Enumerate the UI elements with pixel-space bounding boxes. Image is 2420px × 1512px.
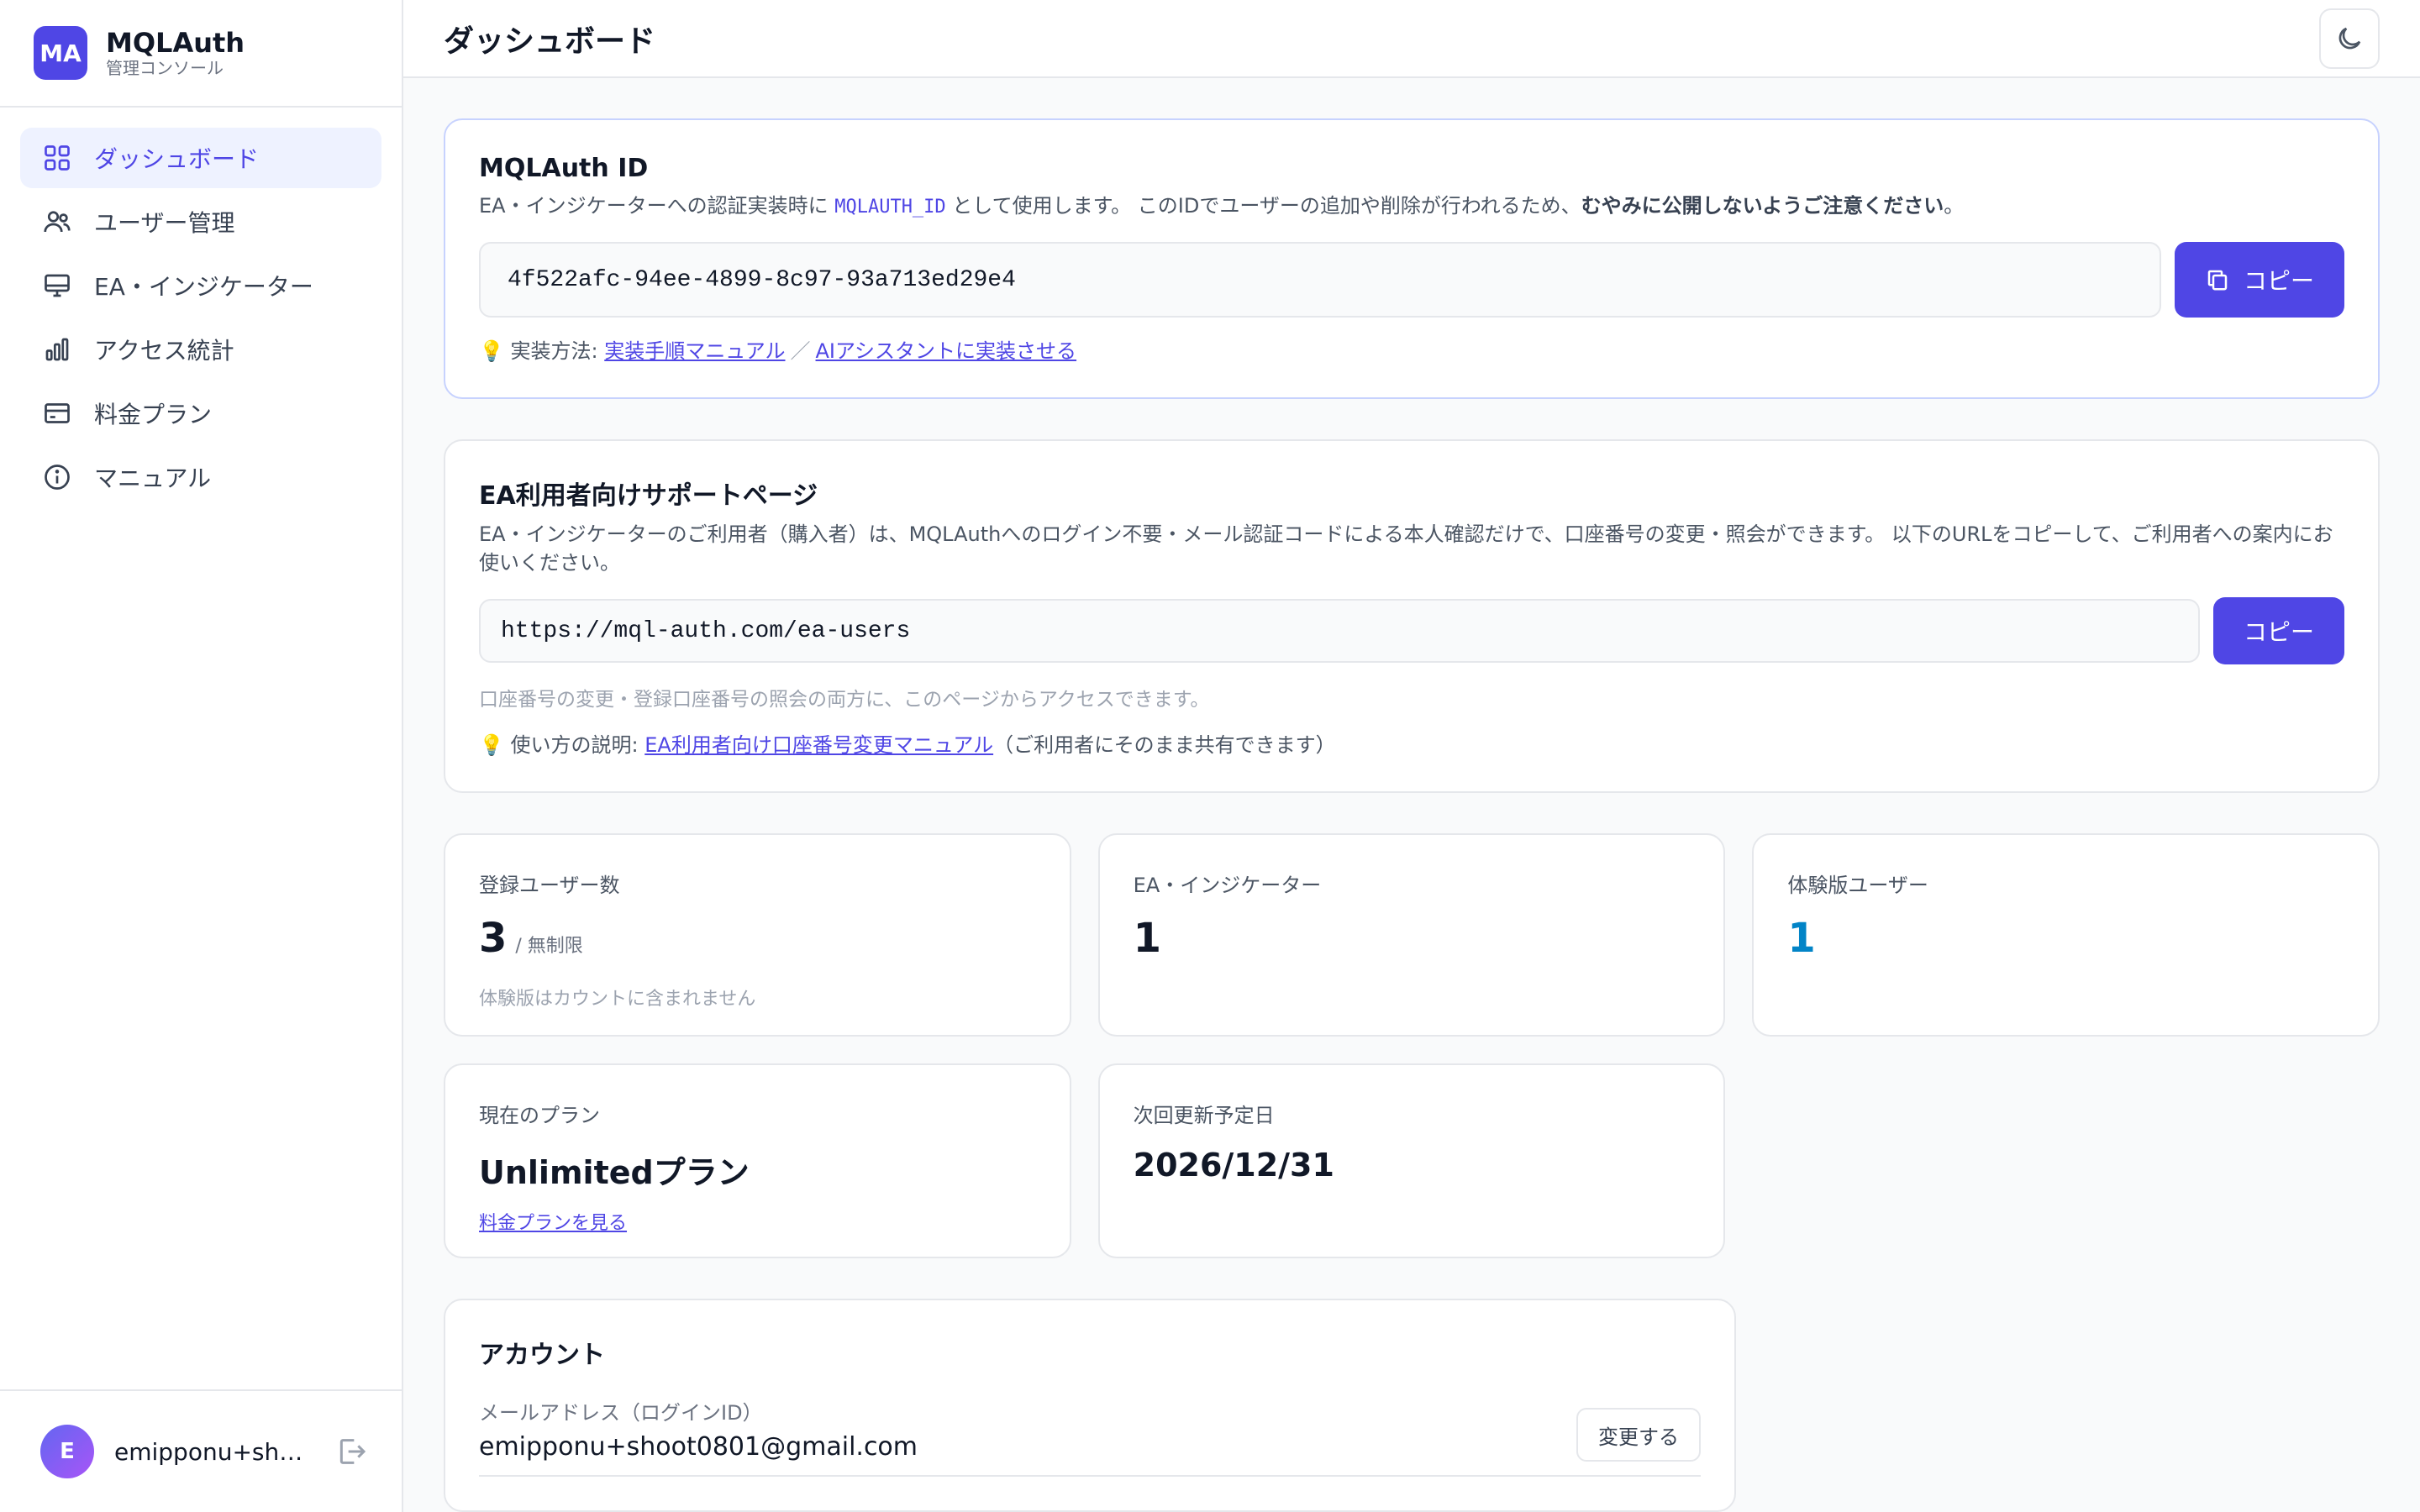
email-row: メールアドレス（ログインID） emipponu+shoot0801@gmail…: [479, 1396, 1701, 1477]
sidebar-item-dashboard[interactable]: ダッシュボード: [20, 128, 381, 188]
card-title: EA利用者向けサポートページ: [479, 481, 818, 511]
change-email-button[interactable]: 変更する: [1576, 1408, 1701, 1462]
sidebar-item-users[interactable]: ユーザー管理: [20, 192, 381, 252]
support-note: 口座番号の変更・登録口座番号の照会の両方に、このページからアクセスできます。: [479, 689, 1210, 711]
ai-assistant-link[interactable]: AIアシスタントに実装させる: [816, 339, 1077, 363]
usage-hint: 💡 使い方の説明: EA利用者向け口座番号変更マニュアル（ご利用者にそのまま共有…: [479, 733, 1336, 757]
card-description: EA・インジケーターのご利用者（購入者）は、MQLAuthへのログイン不要・メー…: [479, 522, 2333, 575]
copy-url-button[interactable]: コピー: [2212, 597, 2344, 664]
sidebar-item-manual[interactable]: マニュアル: [20, 447, 381, 507]
stat-registered-users: 登録ユーザー数 3/ 無制限 体験版はカウントに含まれません: [444, 833, 1071, 1037]
brand-name: MQLAuth: [106, 27, 245, 59]
stats-grid: 登録ユーザー数 3/ 無制限 体験版はカウントに含まれません EA・インジケータ…: [444, 833, 2380, 1258]
page-title: ダッシュボード: [444, 24, 656, 59]
brand: MA MQLAuth 管理コンソール: [0, 0, 402, 108]
info-icon: [45, 465, 70, 490]
grid-icon: [45, 145, 70, 171]
sidebar-item-stats[interactable]: アクセス統計: [20, 319, 381, 380]
sidebar-item-label: EA・インジケーター: [94, 273, 313, 301]
account-card: アカウント メールアドレス（ログインID） emipponu+shoot0801…: [444, 1299, 1736, 1512]
support-url-field[interactable]: https://mql-auth.com/ea-users: [479, 599, 2200, 663]
stat-current-plan: 現在のプラン Unlimitedプラン 料金プランを見る: [444, 1063, 1071, 1258]
theme-toggle-button[interactable]: [2319, 8, 2380, 69]
mqlauth-id-field[interactable]: 4f522afc-94ee-4899-8c97-93a713ed29e4: [479, 242, 2161, 318]
implementation-hint: 💡 実装方法: 実装手順マニュアル／ AIアシスタントに実装させる: [479, 339, 1077, 363]
sidebar-item-label: 料金プラン: [94, 401, 213, 428]
card-title: MQLAuth ID: [479, 154, 649, 183]
brand-logo: MA: [34, 26, 87, 80]
sidebar: MA MQLAuth 管理コンソール ダッシュボード ユーザー管理 EA・インジ…: [0, 0, 403, 1512]
user-area: E emipponu+sh…: [0, 1389, 402, 1512]
sidebar-item-label: ユーザー管理: [94, 209, 235, 237]
credit-card-icon: [45, 403, 70, 423]
moon-icon: [2338, 27, 2361, 49]
logout-icon[interactable]: [334, 1435, 368, 1468]
card-description: EA・インジケーターへの認証実装時に MQLAUTH_ID として使用します。 …: [479, 194, 1965, 218]
topbar: ダッシュボード: [403, 0, 2420, 78]
sidebar-item-label: マニュアル: [94, 465, 212, 492]
sidebar-item-label: アクセス統計: [94, 337, 234, 365]
avatar[interactable]: E: [40, 1425, 94, 1478]
email-value: emipponu+shoot0801@gmail.com: [479, 1432, 918, 1462]
monitor-icon: [45, 274, 70, 297]
support-page-card: EA利用者向けサポートページ EA・インジケーターのご利用者（購入者）は、MQL…: [444, 439, 2380, 793]
user-name: emipponu+sh…: [114, 1437, 303, 1466]
stat-ea-count: EA・インジケーター 1: [1097, 833, 1726, 1037]
brand-subtitle: 管理コンソール: [106, 58, 224, 78]
main-area: ダッシュボード MQLAuth ID EA・インジケーターへの認証実装時に MQ…: [403, 0, 2420, 1512]
sidebar-item-ea[interactable]: EA・インジケーター: [20, 255, 381, 316]
stat-next-renewal: 次回更新予定日 2026/12/31: [1097, 1063, 1726, 1258]
sidebar-item-label: ダッシュボード: [94, 145, 260, 173]
pricing-link[interactable]: 料金プランを見る: [479, 1208, 627, 1235]
content: MQLAuth ID EA・インジケーターへの認証実装時に MQLAUTH_ID…: [403, 78, 2420, 1512]
copy-id-button[interactable]: コピー: [2174, 242, 2344, 318]
card-title: アカウント: [479, 1341, 605, 1370]
sidebar-item-pricing[interactable]: 料金プラン: [20, 383, 381, 444]
manual-link[interactable]: 実装手順マニュアル: [604, 339, 785, 363]
sidebar-nav: ダッシュボード ユーザー管理 EA・インジケーター アクセス統計 料金プラン マ…: [0, 108, 402, 1389]
copy-icon: [2207, 270, 2228, 291]
bar-chart-icon: [45, 338, 69, 361]
code-inline: MQLAUTH_ID: [834, 197, 946, 218]
users-icon: [44, 211, 71, 233]
stat-trial-users: 体験版ユーザー 1: [1752, 833, 2380, 1037]
account-change-manual-link[interactable]: EA利用者向け口座番号変更マニュアル: [644, 733, 993, 757]
mqlauth-id-card: MQLAuth ID EA・インジケーターへの認証実装時に MQLAUTH_ID…: [444, 118, 2380, 399]
